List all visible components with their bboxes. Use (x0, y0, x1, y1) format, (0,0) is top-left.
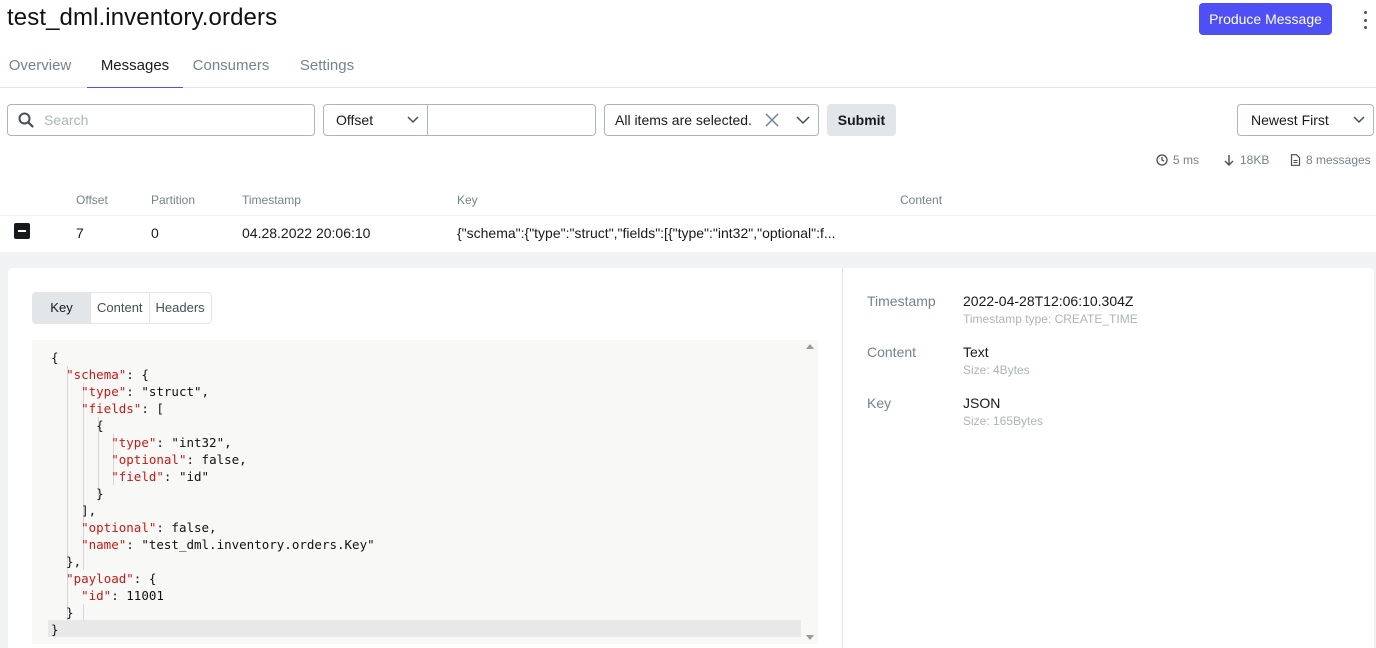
collapse-row-icon[interactable] (14, 223, 30, 239)
produce-message-button[interactable]: Produce Message (1199, 3, 1332, 35)
stat-messages-value: 8 messages (1306, 153, 1371, 167)
column-header-partition: Partition (151, 193, 196, 207)
scroll-down-icon[interactable] (806, 635, 814, 640)
search-icon (18, 112, 34, 128)
clear-icon[interactable] (765, 113, 779, 127)
search-box[interactable] (7, 104, 315, 136)
topic-tabs: Overview Messages Consumers Settings (0, 48, 1376, 88)
code-line: } (51, 622, 59, 637)
column-header-timestamp: Timestamp (242, 193, 301, 207)
tab-messages[interactable]: Messages (87, 48, 183, 88)
tab-consumers[interactable]: Consumers (192, 48, 270, 88)
active-line-highlight (48, 620, 801, 637)
code-line: } (51, 605, 74, 620)
seek-type-select[interactable]: Offset (323, 104, 428, 136)
code-viewer[interactable]: { "schema": { "type": "struct", "fields"… (32, 340, 818, 644)
detail-tabs: Key Content Headers (32, 292, 212, 324)
seek-value-input[interactable] (427, 104, 596, 136)
code-line: "type": "int32", (111, 435, 232, 450)
sort-value: Newest First (1251, 112, 1329, 128)
panel-divider (842, 268, 843, 648)
code-line: "fields": [ (81, 401, 164, 416)
detail-tab-headers[interactable]: Headers (148, 293, 211, 323)
code-scrollbar[interactable] (802, 340, 818, 644)
more-options-icon[interactable] (1360, 11, 1370, 29)
tab-overview[interactable]: Overview (7, 48, 73, 88)
detail-tab-content[interactable]: Content (90, 293, 149, 323)
code-line: { (51, 418, 104, 433)
code-line: "type": "struct", (81, 384, 210, 399)
cell-partition: 0 (151, 225, 159, 241)
stat-messages: 8 messages (1290, 152, 1371, 168)
partitions-value: All items are selected. (615, 112, 752, 128)
code-line: "payload": { (66, 571, 157, 586)
chevron-down-icon (796, 116, 810, 125)
code-line: } (51, 486, 104, 501)
code-line: { (51, 350, 59, 365)
submit-button[interactable]: Submit (827, 104, 896, 136)
chevron-down-icon (1353, 116, 1365, 124)
search-input[interactable] (44, 112, 294, 128)
code-line: }, (51, 554, 82, 569)
chevron-down-icon (407, 116, 419, 124)
stat-time-value: 5 ms (1173, 153, 1200, 167)
cell-key: {"schema":{"type":"struct","fields":[{"t… (457, 225, 836, 241)
code-line: "id": 11001 (81, 588, 164, 603)
meta-content-label: Content (867, 344, 917, 360)
meta-timestamp-value: 2022-04-28T12:06:10.304Z (963, 293, 1134, 309)
code-line: ], (51, 503, 97, 518)
column-header-offset: Offset (76, 193, 108, 207)
tab-settings[interactable]: Settings (298, 48, 356, 88)
meta-key-label: Key (867, 395, 892, 411)
stat-size-value: 18KB (1240, 153, 1270, 167)
code-line: "optional": false, (81, 520, 217, 535)
column-header-content: Content (900, 193, 943, 207)
page-title: test_dml.inventory.orders (7, 4, 278, 31)
meta-content-value: Text (963, 344, 989, 360)
code-line: "name": "test_dml.inventory.orders.Key" (81, 537, 375, 552)
code-line: "schema": { (66, 367, 149, 382)
meta-key-value: JSON (963, 395, 1001, 411)
stat-time: 5 ms (1156, 152, 1199, 168)
code-line: "field": "id" (111, 469, 210, 484)
code-line: "optional": false, (111, 452, 247, 467)
meta-key-size: Size: 165Bytes (963, 414, 1044, 428)
file-icon (1290, 154, 1301, 166)
detail-tab-key[interactable]: Key (33, 293, 90, 323)
meta-timestamp-type: Timestamp type: CREATE_TIME (963, 312, 1138, 326)
partitions-select[interactable]: All items are selected. (604, 104, 819, 136)
arrow-down-icon (1224, 155, 1234, 166)
seek-type-value: Offset (336, 112, 374, 128)
indent-guide (83, 604, 84, 621)
meta-timestamp-label: Timestamp (867, 293, 936, 309)
clock-icon (1156, 154, 1168, 166)
cell-offset: 7 (76, 225, 84, 241)
column-header-key: Key (457, 193, 478, 207)
stat-size: 18KB (1223, 152, 1269, 168)
meta-content-size: Size: 4Bytes (963, 363, 1030, 377)
scroll-up-icon[interactable] (806, 344, 814, 349)
cell-timestamp: 04.28.2022 20:06:10 (242, 225, 371, 241)
sort-select[interactable]: Newest First (1237, 104, 1374, 136)
